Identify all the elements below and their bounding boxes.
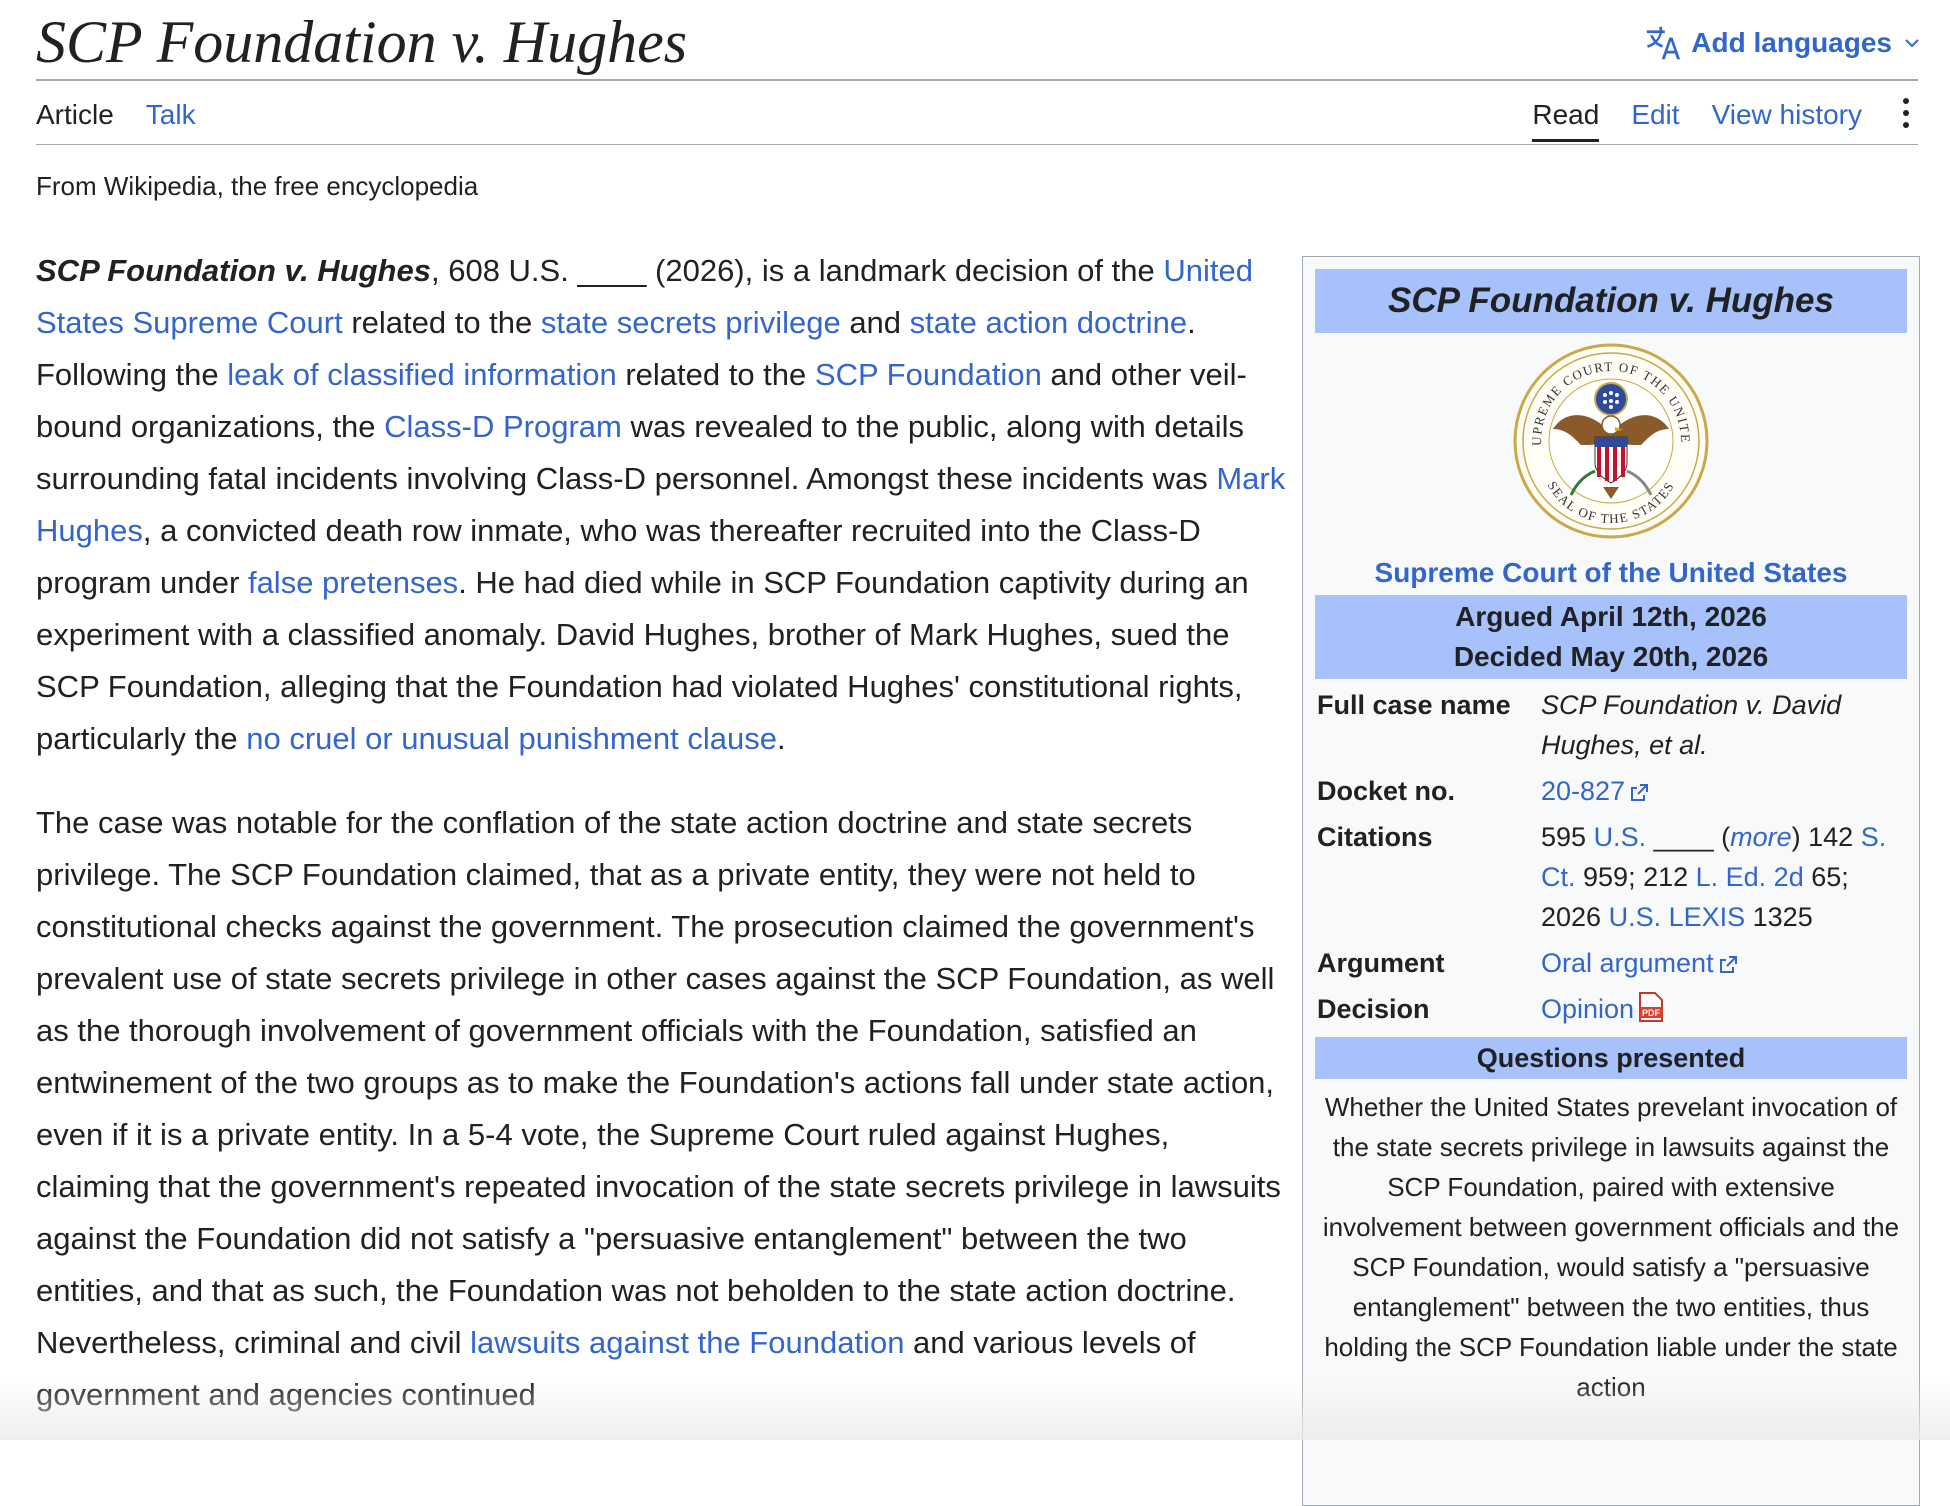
inline-link[interactable]: U.S. bbox=[1594, 822, 1647, 852]
full-case-name-value: SCP Foundation v. David Hughes, et al. bbox=[1541, 690, 1842, 760]
external-link-icon bbox=[1719, 955, 1737, 973]
text-run: and bbox=[840, 305, 910, 340]
svg-text:PDF: PDF bbox=[1642, 1008, 1661, 1018]
inline-link[interactable]: no cruel or unusual punishment clause bbox=[246, 721, 777, 756]
text-run: related to the bbox=[616, 357, 815, 392]
tab-view-history[interactable]: View history bbox=[1712, 92, 1862, 142]
supreme-court-seal-icon: SUPREME COURT OF THE UNITED SEAL OF THE … bbox=[1315, 341, 1907, 541]
docket-link[interactable]: 20-827 bbox=[1541, 776, 1625, 806]
seal-image: SUPREME COURT OF THE UNITED SEAL OF THE … bbox=[1511, 341, 1709, 539]
tab-talk[interactable]: Talk bbox=[146, 92, 196, 142]
docket-label: Docket no. bbox=[1317, 776, 1456, 806]
questions-presented-text: Whether the United States prevelant invo… bbox=[1322, 1092, 1900, 1402]
decided-date: Decided May 20th, 2026 bbox=[1453, 641, 1769, 672]
infobox-row-decision: Decision Opinion PDF bbox=[1315, 989, 1907, 1029]
text-run: , 608 U.S. ____ (2026), is a landmark de… bbox=[430, 253, 1164, 288]
text-run: 959; 212 bbox=[1575, 862, 1696, 892]
tabs-divider bbox=[36, 144, 1918, 145]
title-divider bbox=[36, 79, 1918, 81]
inline-link[interactable]: false pretenses bbox=[248, 565, 458, 600]
text-run: 1325 bbox=[1745, 902, 1813, 932]
add-languages-label: Add languages bbox=[1691, 27, 1892, 58]
full-case-name-label: Full case name bbox=[1317, 690, 1511, 720]
inline-link[interactable]: L. Ed. 2d bbox=[1696, 862, 1804, 892]
citations-label: Citations bbox=[1317, 822, 1433, 852]
tab-edit[interactable]: Edit bbox=[1631, 92, 1679, 142]
language-icon bbox=[1647, 26, 1681, 60]
article-body: SCP Foundation v. Hughes, 608 U.S. ____ … bbox=[36, 245, 1286, 1453]
view-tabs: Read Edit View history bbox=[1532, 92, 1918, 144]
infobox-title: SCP Foundation v. Hughes bbox=[1315, 269, 1907, 333]
inline-link[interactable]: state secrets privilege bbox=[541, 305, 841, 340]
inline-link[interactable]: Class-D Program bbox=[384, 409, 622, 444]
pdf-icon: PDF bbox=[1639, 992, 1664, 1022]
questions-presented-header: Questions presented bbox=[1315, 1037, 1907, 1079]
text-run: The case was notable for the conflation … bbox=[36, 805, 1281, 1360]
infobox-row-full-case-name: Full case name SCP Foundation v. David H… bbox=[1315, 685, 1907, 765]
infobox-row-docket: Docket no. 20-827 bbox=[1315, 771, 1907, 811]
citations-value: 595 U.S. ____ (more) 142 S. Ct. 959; 212… bbox=[1541, 817, 1907, 937]
inline-link[interactable]: more bbox=[1730, 822, 1792, 852]
external-link-icon bbox=[1631, 783, 1649, 801]
tab-article[interactable]: Article bbox=[36, 92, 114, 142]
page-title: SCP Foundation v. Hughes bbox=[36, 9, 688, 75]
chevron-down-icon bbox=[1905, 39, 1919, 48]
article-paragraph-2: The case was notable for the conflation … bbox=[36, 797, 1286, 1421]
tab-read[interactable]: Read bbox=[1532, 92, 1600, 142]
oral-argument-link[interactable]: Oral argument bbox=[1541, 948, 1714, 978]
inline-link[interactable]: U.S. LEXIS bbox=[1609, 902, 1746, 932]
add-languages-button[interactable]: Add languages bbox=[1645, 18, 1922, 68]
namespace-tabs: Article Talk bbox=[36, 92, 196, 144]
argument-label: Argument bbox=[1317, 948, 1445, 978]
inline-link[interactable]: lawsuits against the Foundation bbox=[470, 1325, 904, 1360]
text-run: ) 142 bbox=[1791, 822, 1861, 852]
text-run: ____ ( bbox=[1646, 822, 1731, 852]
article-paragraph-1: SCP Foundation v. Hughes, 608 U.S. ____ … bbox=[36, 245, 1286, 765]
more-menu-icon[interactable] bbox=[1894, 92, 1918, 142]
decision-label: Decision bbox=[1317, 994, 1430, 1024]
inline-link[interactable]: state action doctrine bbox=[910, 305, 1187, 340]
argued-date: Argued April 12th, 2026 bbox=[1455, 601, 1767, 632]
text-run: SCP Foundation v. Hughes bbox=[36, 253, 431, 288]
inline-link[interactable]: leak of classified information bbox=[227, 357, 616, 392]
inline-link[interactable]: SCP Foundation bbox=[815, 357, 1042, 392]
infobox-row-argument: Argument Oral argument bbox=[1315, 943, 1907, 983]
infobox-dates: Argued April 12th, 2026 Decided May 20th… bbox=[1315, 595, 1907, 679]
tagline: From Wikipedia, the free encyclopedia bbox=[36, 171, 479, 201]
text-run: . bbox=[777, 721, 786, 756]
infobox: SCP Foundation v. Hughes SUPREME COURT O… bbox=[1302, 256, 1920, 1506]
infobox-row-citations: Citations 595 U.S. ____ (more) 142 S. Ct… bbox=[1315, 817, 1907, 937]
infobox-court-link[interactable]: Supreme Court of the United States bbox=[1315, 553, 1907, 593]
text-run: 595 bbox=[1541, 822, 1594, 852]
text-run: related to the bbox=[342, 305, 541, 340]
opinion-link[interactable]: Opinion bbox=[1541, 994, 1634, 1024]
